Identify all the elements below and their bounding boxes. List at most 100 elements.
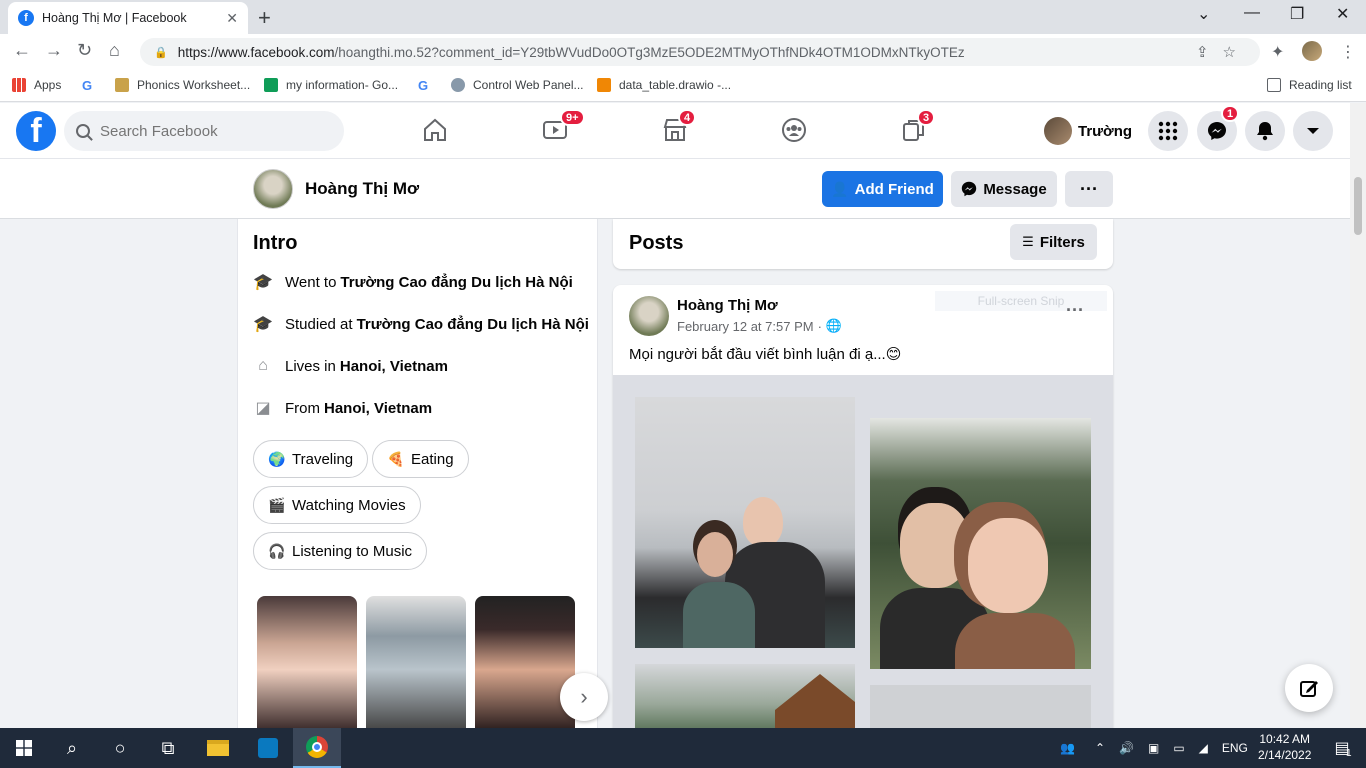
featured-story[interactable] [366,596,466,730]
control-panel-icon [451,78,465,92]
browser-tab[interactable]: f Hoàng Thị Mơ | Facebook ✕ [8,2,248,34]
forward-button[interactable]: → [45,40,63,61]
reload-button[interactable]: ↻ [77,40,92,61]
task-view-icon[interactable]: ⧉ [144,728,192,768]
facebook-logo-icon[interactable]: f [16,111,56,151]
profile-avatar[interactable] [253,169,293,209]
globe-icon: 🌍 [268,450,286,467]
school-link[interactable]: Trường Cao đẳng Du lịch Hà Nội [357,316,589,333]
hobby-listening-to-music[interactable]: 🎧 Listening to Music [253,532,428,570]
post-photo[interactable] [870,418,1091,669]
show-hidden-icons[interactable]: ⌃ [1095,741,1105,755]
sliders-icon: ☰ [1022,234,1034,249]
intro-row-went-to: 🎓 Went to Trường Cao đẳng Du lịch Hà Nội [253,273,573,292]
search-taskbar-icon[interactable]: ⌕ [48,728,96,768]
taskbar-clock[interactable]: 10:42 AM 2/14/2022 [1258,731,1311,763]
profile-name[interactable]: Hoàng Thị Mơ [305,179,419,199]
start-button[interactable] [0,728,48,768]
sheets-icon [264,78,278,92]
volume-icon[interactable]: 🔊 [1119,741,1134,755]
cortana-icon[interactable]: ○ [96,728,144,768]
user-avatar [1044,117,1072,145]
chrome-menu-icon[interactable]: ⋮ [1340,42,1356,62]
bookmark-apps[interactable]: Apps [12,78,61,92]
post-author[interactable]: Hoàng Thị Mơ [677,297,778,314]
location-icon: ◪ [255,400,271,417]
facebook-search[interactable] [64,111,344,151]
message-button[interactable]: Message [951,171,1057,207]
hobby-eating[interactable]: 🍕 Eating [372,440,469,478]
wifi-icon[interactable]: ◢ [1199,741,1208,755]
post-photo[interactable] [870,685,1091,729]
watch-badge: 9+ [560,109,585,126]
close-window-button[interactable]: ✕ [1336,4,1349,24]
reading-list[interactable]: Reading list [1267,78,1352,92]
bookmark-google-2[interactable]: G [418,78,440,93]
hobby-watching-movies[interactable]: 🎬 Watching Movies [253,486,421,524]
share-icon[interactable]: ⇪ [1196,44,1223,61]
file-explorer-icon[interactable] [194,728,242,768]
device-icon[interactable]: ▣ [1148,741,1159,755]
chrome-taskbar-icon[interactable] [293,728,341,768]
post-author-avatar[interactable] [629,296,669,336]
facebook-favicon-icon: f [18,10,34,26]
tab-search-icon[interactable]: ⌄ [1197,4,1210,24]
marketplace-nav-icon[interactable]: 4 [662,109,697,143]
bookmark-my-information[interactable]: my information- Go... [264,78,398,92]
home-nav-icon[interactable] [422,117,448,143]
tab-title: Hoàng Thị Mơ | Facebook [42,11,187,25]
url-text: https://www.facebook.com/hoangthi.mo.52?… [177,44,965,60]
menu-grid-button[interactable] [1148,111,1188,151]
close-tab-icon[interactable]: ✕ [226,10,238,27]
profile-shortcut[interactable]: Trường [1044,116,1132,146]
stories-next-button[interactable]: › [560,673,608,721]
gaming-nav-icon[interactable]: 3 [901,109,936,143]
extensions-icon[interactable]: ✦ [1271,42,1284,62]
post-photo[interactable] [635,664,855,729]
page-scrollbar[interactable] [1350,103,1366,728]
groups-nav-icon[interactable] [781,117,807,143]
search-input[interactable] [100,122,320,140]
scrollbar-thumb[interactable] [1354,177,1362,235]
account-menu-button[interactable] [1293,111,1333,151]
filters-button[interactable]: ☰ Filters [1010,224,1097,260]
caret-down-icon [1307,128,1319,134]
bookmark-google[interactable]: G [82,78,104,93]
trello-icon[interactable] [244,728,292,768]
city-link[interactable]: Hanoi, Vietnam [340,358,448,375]
hobby-traveling[interactable]: 🌍 Traveling [253,440,369,478]
messenger-button[interactable]: 1 [1197,105,1240,151]
chrome-profile-avatar[interactable] [1302,41,1322,61]
new-message-button[interactable] [1285,664,1333,712]
bookmark-drawio[interactable]: data_table.drawio -... [597,78,731,92]
post-options-icon[interactable]: ··· [1066,300,1084,321]
new-tab-button[interactable]: + [258,5,271,31]
add-friend-button[interactable]: 👤 Add Friend [822,171,943,207]
intro-row-studied-at: 🎓 Studied at Trường Cao đẳng Du lịch Hà N… [253,315,589,334]
action-center-icon[interactable]: ▤ 1 [1318,728,1366,768]
home-button[interactable]: ⌂ [109,40,120,61]
input-language[interactable]: ENG [1222,741,1248,755]
drawio-icon [597,78,611,92]
battery-icon[interactable]: ▭ [1173,741,1184,755]
address-bar[interactable]: 🔒 https://www.facebook.com/hoangthi.mo.5… [140,38,1260,66]
featured-story[interactable] [257,596,357,730]
bookmark-phonics[interactable]: Phonics Worksheet... [115,78,250,92]
people-icon[interactable]: 👥 [1060,741,1075,755]
messenger-badge: 1 [1221,105,1240,122]
featured-story[interactable] [475,596,575,730]
city-link[interactable]: Hanoi, Vietnam [324,400,432,417]
notifications-button[interactable] [1245,111,1285,151]
school-link[interactable]: Trường Cao đẳng Du lịch Hà Nội [340,274,572,291]
restore-button[interactable]: ❐ [1290,4,1304,24]
minimize-button[interactable]: — [1244,4,1260,22]
bookmark-control-web-panel[interactable]: Control Web Panel... [451,78,584,92]
intro-row-lives-in: ⌂ Lives in Hanoi, Vietnam [253,356,448,376]
apps-grid-icon [12,78,26,92]
post-photo[interactable] [635,397,855,648]
bookmark-star-icon[interactable]: ☆ [1223,44,1250,61]
more-options-button[interactable]: ··· [1065,171,1113,207]
post-timestamp[interactable]: February 12 at 7:57 PM · 🌐 [677,318,842,334]
watch-nav-icon[interactable]: 9+ [542,109,585,143]
back-button[interactable]: ← [13,40,31,61]
